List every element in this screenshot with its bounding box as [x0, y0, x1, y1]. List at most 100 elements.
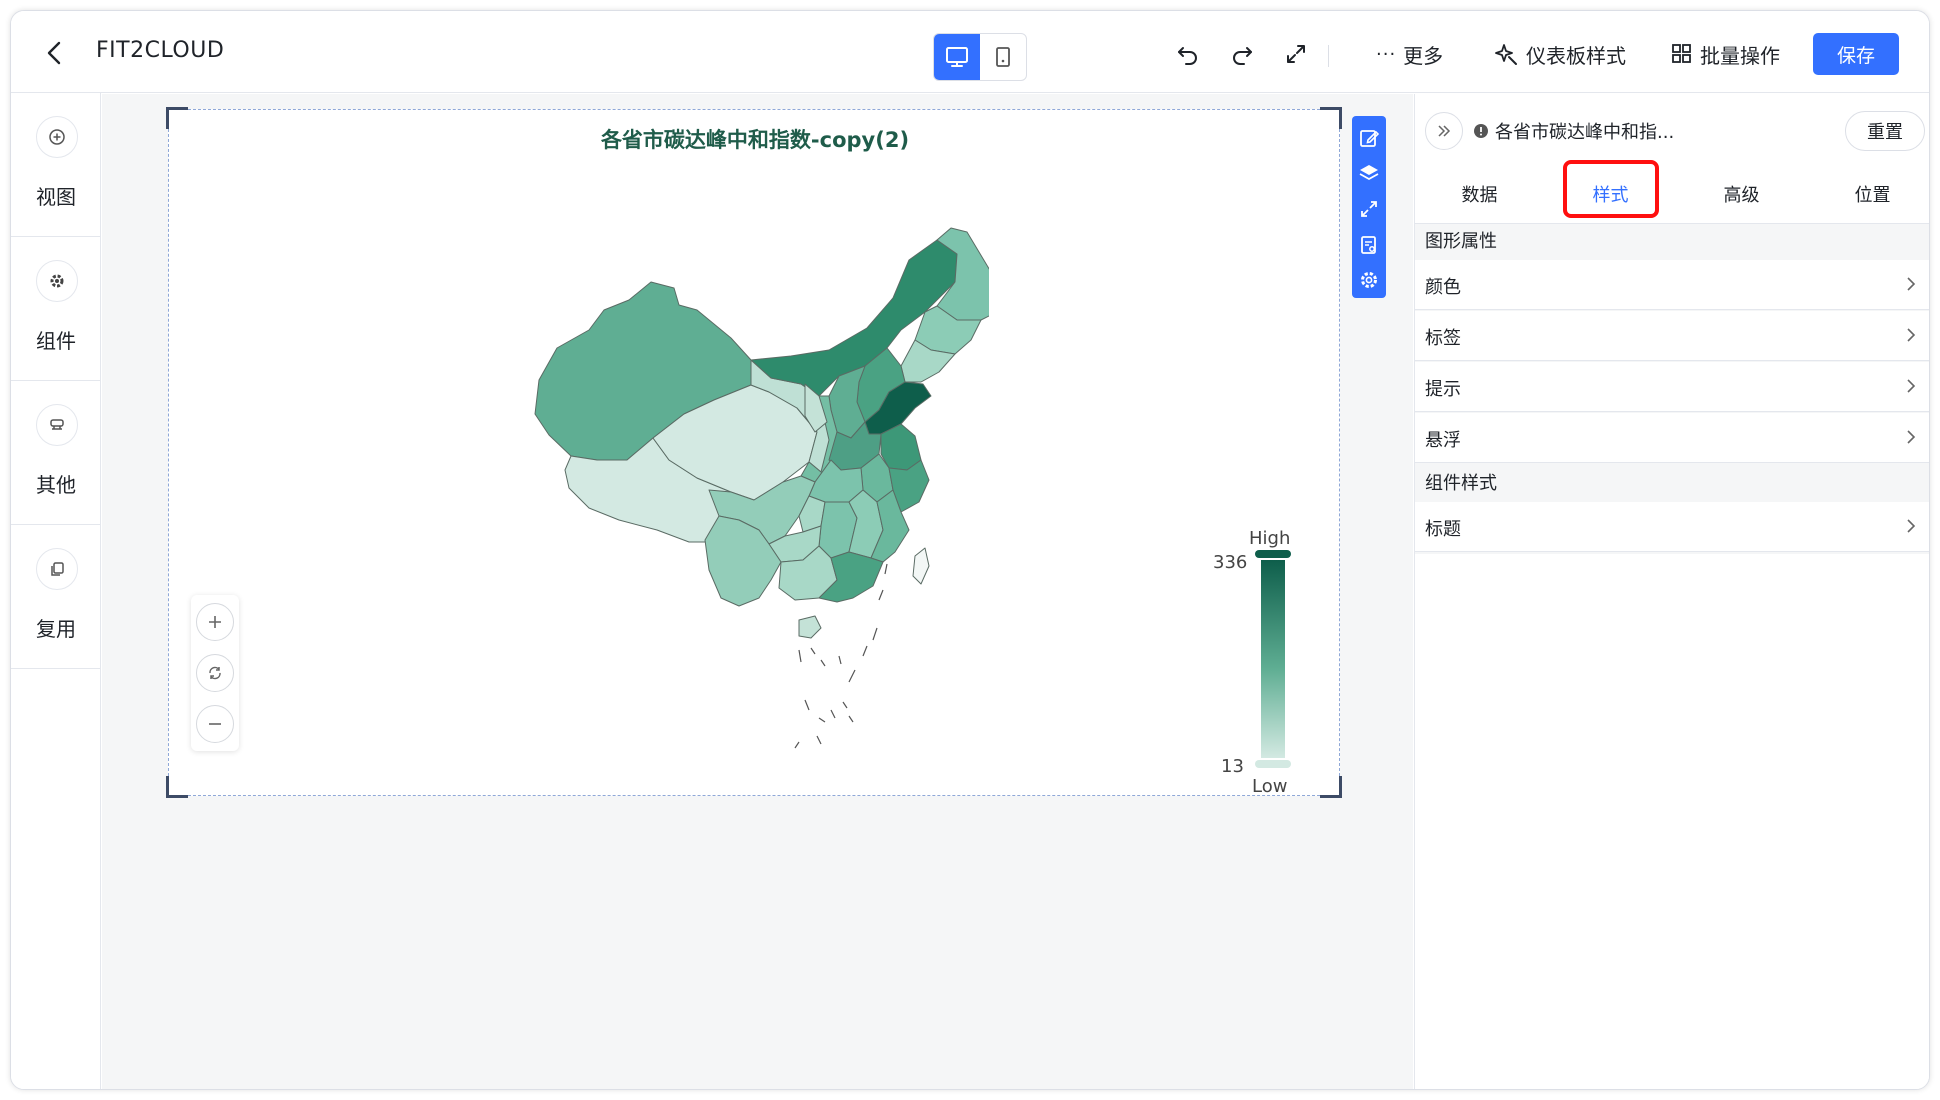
- batch-operation-label: 批量操作: [1700, 43, 1780, 68]
- fullscreen-icon[interactable]: [1283, 41, 1309, 67]
- stamp-icon: [50, 419, 64, 430]
- component-sidebar: 视图 组件 其他 复用: [11, 93, 101, 1089]
- prop-label: 标签: [1425, 328, 1461, 349]
- dashboard-style-label: 仪表板样式: [1526, 43, 1626, 68]
- edit-icon: [1360, 129, 1380, 147]
- desktop-view-button[interactable]: [934, 34, 980, 80]
- prop-label: 标题: [1425, 519, 1461, 540]
- panel-empty-area: [1415, 554, 1929, 1089]
- legend-gradient-bar: [1261, 560, 1285, 758]
- sidebar-icon-wrap: [36, 260, 78, 302]
- undo-icon[interactable]: [1175, 41, 1201, 67]
- legend-max-handle[interactable]: [1255, 550, 1291, 558]
- reset-button[interactable]: 重置: [1845, 111, 1925, 151]
- chevron-right-icon: [1907, 519, 1916, 533]
- panel-header: 各省市碳达峰中和指... 重置: [1415, 94, 1929, 164]
- province-taiwan[interactable]: [912, 547, 930, 585]
- zoom-out-button[interactable]: [196, 705, 234, 743]
- tab-highlight-annotation: [1563, 160, 1659, 218]
- chevron-right-icon: [1907, 277, 1916, 291]
- chevron-right-icon: [1907, 430, 1916, 444]
- prop-row-label[interactable]: 标签: [1415, 311, 1929, 361]
- sidebar-icon-wrap: [36, 404, 78, 446]
- sidebar-item-label: 视图: [36, 185, 76, 209]
- map-zoom-controls: [191, 595, 239, 751]
- info-icon: [1474, 124, 1488, 138]
- sidebar-icon-wrap: [36, 116, 78, 158]
- sidebar-item-label: 其他: [36, 473, 76, 497]
- edit-button[interactable]: [1354, 120, 1384, 156]
- toolbar-divider: [1328, 45, 1329, 67]
- dashboard-canvas[interactable]: 各省市碳达峰中和指数-copy(2) High 336 13 Low: [102, 94, 1413, 1089]
- tab-advanced[interactable]: 高级: [1677, 164, 1806, 224]
- tab-position[interactable]: 位置: [1808, 164, 1929, 224]
- legend-low-label: Low: [1252, 776, 1288, 797]
- sidebar-item-reuse[interactable]: 复用: [11, 525, 101, 669]
- sidebar-item-label: 复用: [36, 617, 76, 641]
- legend-high-label: High: [1249, 528, 1291, 549]
- gear-icon: [50, 274, 64, 288]
- magic-wand-icon: [1495, 44, 1517, 65]
- document-search-icon: [1361, 235, 1376, 254]
- chart-title: 各省市碳达峰中和指数-copy(2): [600, 128, 910, 152]
- panel-chart-name: 各省市碳达峰中和指...: [1495, 122, 1675, 143]
- layer-button[interactable]: [1354, 156, 1384, 192]
- grid-icon: [1672, 44, 1691, 63]
- sidebar-item-label: 组件: [36, 329, 76, 353]
- section-title-component-style: 组件样式: [1425, 473, 1497, 494]
- color-legend: High 336 13 Low: [1213, 528, 1339, 798]
- plus-circle-icon: [49, 129, 65, 145]
- legend-min-handle[interactable]: [1255, 760, 1291, 768]
- sidebar-item-component[interactable]: 组件: [11, 237, 101, 381]
- component-floating-toolbar: [1352, 116, 1386, 298]
- app-title: FIT2CLOUD: [96, 38, 225, 63]
- prop-row-title[interactable]: 标题: [1415, 502, 1929, 552]
- layers-icon: [1359, 165, 1379, 181]
- province-jiangsu[interactable]: [880, 423, 922, 471]
- reset-view-button[interactable]: [196, 654, 234, 692]
- enlarge-button[interactable]: [1354, 191, 1384, 227]
- dashboard-style-button[interactable]: 仪表板样式: [1495, 39, 1626, 69]
- gear-icon: [1361, 272, 1377, 289]
- double-chevron-right-icon: [1438, 125, 1451, 137]
- legend-min-value: 13: [1221, 756, 1244, 777]
- expand-icon: [1361, 201, 1377, 217]
- map-chart-component[interactable]: 各省市碳达峰中和指数-copy(2) High 336 13 Low: [166, 107, 1342, 798]
- sidebar-icon-wrap: [36, 548, 78, 590]
- device-toggle: [933, 33, 1027, 81]
- mobile-icon: [996, 47, 1010, 67]
- prop-row-color[interactable]: 颜色: [1415, 260, 1929, 310]
- sidebar-item-other[interactable]: 其他: [11, 381, 101, 525]
- settings-button[interactable]: [1354, 262, 1384, 298]
- prop-row-tooltip[interactable]: 提示: [1415, 362, 1929, 412]
- back-arrow-icon[interactable]: [41, 39, 69, 67]
- chevron-right-icon: [1907, 379, 1916, 393]
- view-details-button[interactable]: [1354, 227, 1384, 263]
- mobile-view-button[interactable]: [980, 34, 1026, 80]
- more-label: 更多: [1403, 43, 1444, 68]
- prop-row-hover[interactable]: 悬浮: [1415, 413, 1929, 463]
- province-hainan[interactable]: [798, 615, 822, 639]
- prop-label: 颜色: [1425, 277, 1461, 298]
- resize-handle-bottom-left[interactable]: [166, 776, 188, 798]
- redo-icon[interactable]: [1229, 41, 1255, 67]
- legend-max-value: 336: [1213, 552, 1248, 573]
- chevron-right-icon: [1907, 328, 1916, 342]
- top-bar: FIT2CLOUD ··· 更多 仪表板样式 批量操作 保存: [11, 11, 1929, 93]
- save-button[interactable]: 保存: [1813, 33, 1899, 75]
- collapse-panel-button[interactable]: [1425, 112, 1463, 150]
- app-window: FIT2CLOUD ··· 更多 仪表板样式 批量操作 保存 视图 组件 其他 …: [10, 10, 1930, 1090]
- monitor-icon: [946, 47, 968, 67]
- batch-operation-button[interactable]: 批量操作: [1671, 39, 1780, 69]
- ellipsis-icon: ···: [1376, 43, 1397, 65]
- sidebar-item-view[interactable]: 视图: [11, 93, 101, 237]
- refresh-icon: [209, 666, 221, 680]
- china-map[interactable]: [469, 170, 989, 750]
- property-panel: 各省市碳达峰中和指... 重置 数据 样式 高级 位置 图形属性 颜色 标签 提…: [1414, 94, 1929, 1089]
- more-button[interactable]: ··· 更多: [1376, 39, 1443, 69]
- prop-label: 提示: [1425, 379, 1461, 400]
- copy-icon: [51, 562, 64, 576]
- section-title-graphic: 图形属性: [1425, 231, 1497, 252]
- tab-data[interactable]: 数据: [1415, 164, 1544, 224]
- zoom-in-button[interactable]: [196, 603, 234, 641]
